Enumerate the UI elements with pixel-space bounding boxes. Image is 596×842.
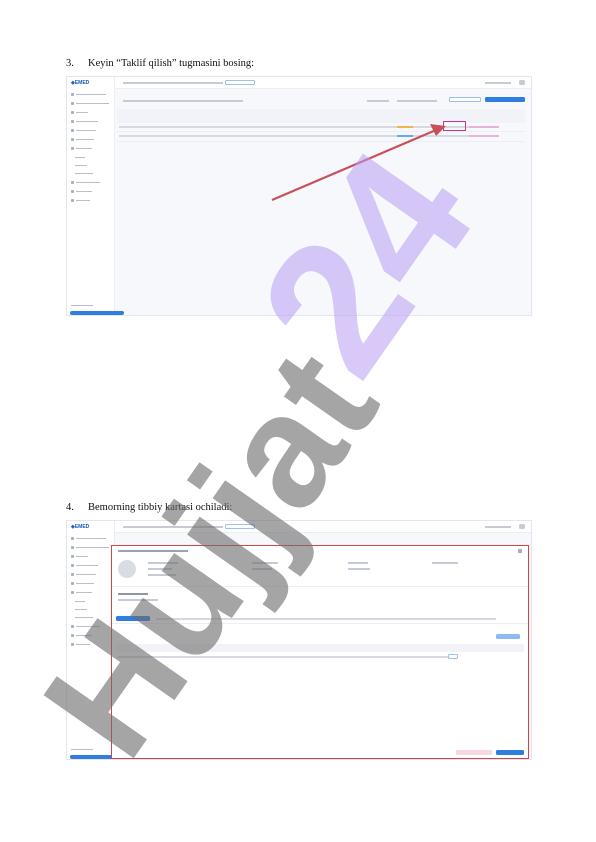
watermark: 24 Hujjat: [9, 115, 514, 787]
watermark-text: Hujjat: [9, 320, 411, 787]
